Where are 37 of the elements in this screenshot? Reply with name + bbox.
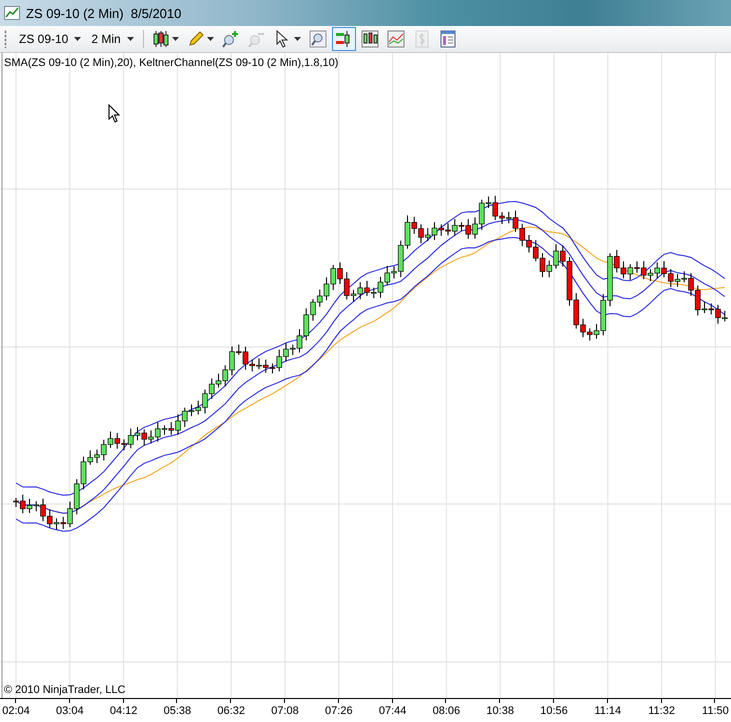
axis-label: 03:04 [55,705,85,717]
dollar-icon [412,30,431,48]
chart-icon [4,6,20,20]
axis-label: 08:06 [432,705,462,717]
axis-label: 07:44 [378,705,408,717]
axis-label: 05:38 [162,705,192,717]
axis-label: 11:32 [647,705,676,717]
axis-label: 10:38 [485,705,515,717]
search-icon [308,30,327,48]
cursor-icon [108,104,120,123]
caret-icon [74,37,82,41]
instrument-dropdown[interactable]: ZS 09-10 [15,30,86,48]
line-chart-icon [386,30,405,48]
axis-label: 07:08 [270,705,300,717]
caret-icon [206,37,214,41]
grip-icon[interactable] [4,30,7,48]
axis-label: 11:14 [593,705,622,717]
copyright-text: © 2010 NinjaTrader, LLC [4,684,126,696]
axis-label: 06:32 [216,705,246,717]
zoom-out-icon [248,30,266,48]
window-title: ZS 09-10 (2 Min) 8/5/2010 [26,6,182,20]
zoom-in-icon [222,30,240,48]
axis-label: 02:04 [1,705,31,717]
pencil-icon [186,30,205,48]
properties-icon [438,30,457,48]
axis-label: 04:12 [108,705,138,717]
toolbar-button[interactable] [332,27,356,51]
caret-icon [294,37,301,41]
caret-icon [172,37,179,41]
axis-label: 10:56 [539,705,569,717]
axis-label: 11:50 [701,705,730,717]
candlestick-icon [152,30,170,48]
indicator-legend: SMA(ZS 09-10 (2 Min),20), KeltnerChannel(ZS 09-10 (2 Min),1.8,10) [4,57,338,69]
axis-label: 07:26 [324,705,354,717]
interval-dropdown[interactable]: 2 Min [87,30,138,48]
caret-icon [126,37,134,41]
bar-chart-icon [360,30,379,48]
